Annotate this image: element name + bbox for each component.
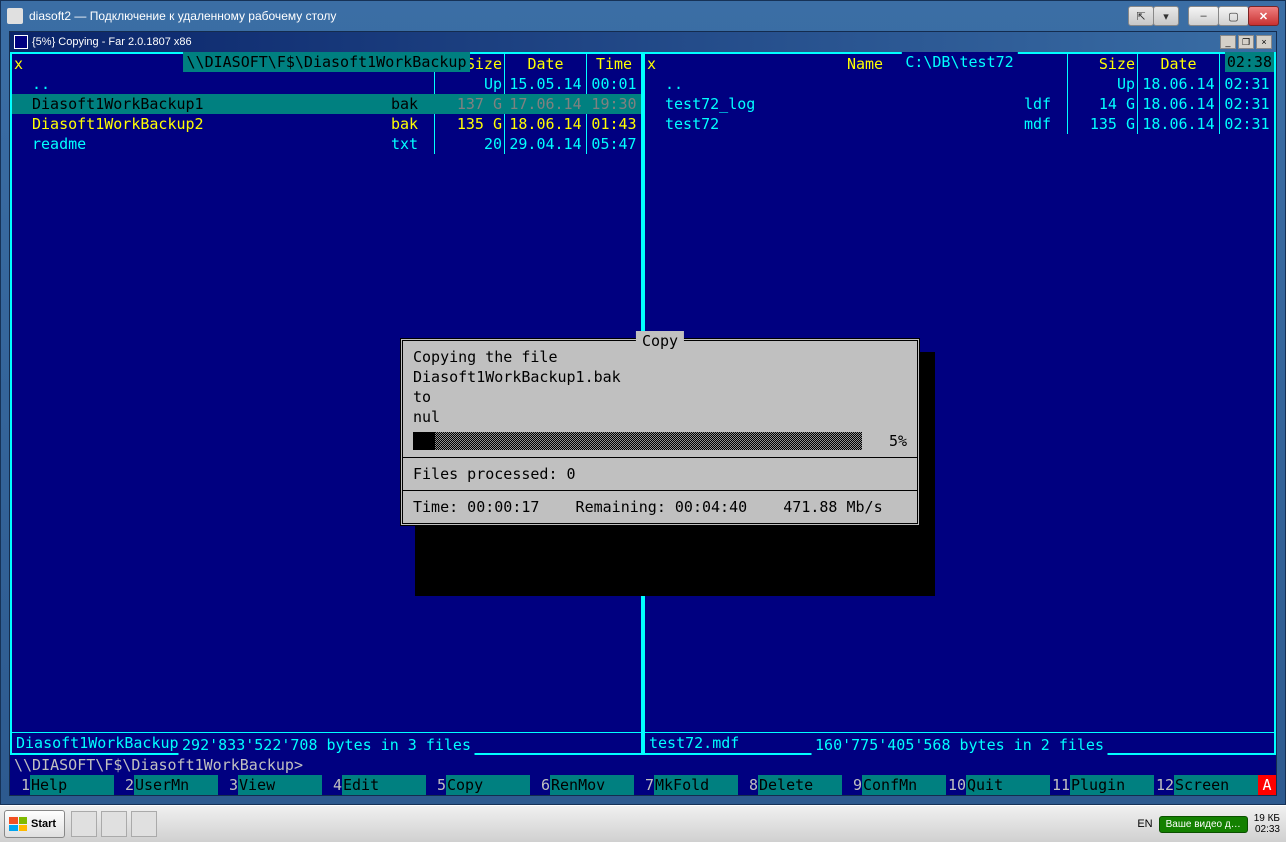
- right-panel-path[interactable]: C:\DB\test72: [901, 52, 1017, 72]
- left-file-row[interactable]: Diasoft1WorkBackup2bak135 G18.06.1401:43: [12, 114, 641, 134]
- fkey-10[interactable]: 10Quit: [946, 775, 1050, 795]
- quick-launch-3[interactable]: [131, 811, 157, 837]
- fkey-9[interactable]: 9ConfMn: [842, 775, 946, 795]
- pin-button[interactable]: ⇱: [1128, 6, 1154, 26]
- tray-notification[interactable]: Ваше видео д…: [1159, 816, 1248, 833]
- maximize-button[interactable]: ▢: [1218, 6, 1249, 26]
- status-indicator: A: [1258, 775, 1276, 795]
- dialog-time-line: Time: 00:00:17 Remaining: 00:04:40 471.8…: [413, 497, 907, 517]
- fkey-7[interactable]: 7MkFold: [634, 775, 738, 795]
- fkey-2[interactable]: 2UserMn: [114, 775, 218, 795]
- close-button[interactable]: ✕: [1248, 6, 1279, 26]
- fkey-6[interactable]: 6RenMov: [530, 775, 634, 795]
- right-file-row[interactable]: ..Up18.06.1402:31: [645, 74, 1274, 94]
- inner-restore-button[interactable]: ❐: [1238, 35, 1254, 49]
- dialog-title: Copy: [636, 331, 684, 351]
- system-tray[interactable]: EN Ваше видео д… 19 КБ 02:33: [1131, 813, 1286, 835]
- dialog-target: nul: [413, 407, 907, 427]
- dialog-files-processed: Files processed: 0: [413, 464, 907, 484]
- language-indicator[interactable]: EN: [1137, 818, 1152, 830]
- dropdown-button[interactable]: ▾: [1153, 6, 1179, 26]
- inner-window-title: {5%} Copying - Far 2.0.1807 x86: [32, 36, 192, 48]
- right-panel-footer: 160'775'405'568 bytes in 2 files: [811, 735, 1108, 755]
- command-line[interactable]: \\DIASOFT\F$\Diasoft1WorkBackup>: [10, 755, 1276, 775]
- fkey-5[interactable]: 5Copy: [426, 775, 530, 795]
- copy-dialog[interactable]: Copy Copying the file Diasoft1WorkBackup…: [400, 338, 920, 526]
- inner-titlebar[interactable]: {5%} Copying - Far 2.0.1807 x86 _ ❐ ×: [10, 32, 1276, 52]
- left-file-row[interactable]: Diasoft1WorkBackup1bak137 G17.06.1419:30: [12, 94, 641, 114]
- fkey-11[interactable]: 11Plugin: [1050, 775, 1154, 795]
- fkey-1[interactable]: 1Help: [10, 775, 114, 795]
- inner-minimize-button[interactable]: _: [1220, 35, 1236, 49]
- left-file-row[interactable]: ..Up15.05.1400:01: [12, 74, 641, 94]
- outer-window-title: diasoft2 — Подключение к удаленному рабо…: [29, 9, 336, 23]
- progress-percent: 5%: [862, 431, 907, 451]
- quick-launch-1[interactable]: [71, 811, 97, 837]
- right-file-row[interactable]: test72mdf135 G18.06.1402:31: [645, 114, 1274, 134]
- right-file-row[interactable]: test72_logldf14 G18.06.1402:31: [645, 94, 1274, 114]
- far-icon: [14, 35, 28, 49]
- dialog-source-file: Diasoft1WorkBackup1.bak: [413, 367, 907, 387]
- taskbar[interactable]: Start EN Ваше видео д… 19 КБ 02:33: [0, 805, 1286, 842]
- outer-titlebar[interactable]: diasoft2 — Подключение к удаленному рабо…: [1, 1, 1285, 31]
- fkey-3[interactable]: 3View: [218, 775, 322, 795]
- far-window: {5%} Copying - Far 2.0.1807 x86 _ ❐ × \\…: [9, 31, 1277, 796]
- rdp-icon: [7, 8, 23, 24]
- start-button[interactable]: Start: [4, 810, 65, 838]
- clock: 02:38: [1225, 52, 1274, 72]
- key-bar: 1Help2UserMn3View4Edit5Copy6RenMov7MkFol…: [10, 775, 1276, 795]
- left-panel-footer: 292'833'522'708 bytes in 3 files: [178, 735, 475, 755]
- fkey-8[interactable]: 8Delete: [738, 775, 842, 795]
- tray-clock[interactable]: 19 КБ 02:33: [1254, 813, 1280, 835]
- windows-flag-icon: [9, 817, 27, 831]
- left-panel-path[interactable]: \\DIASOFT\F$\Diasoft1WorkBackup: [183, 52, 471, 72]
- fkey-12[interactable]: 12Screen: [1154, 775, 1258, 795]
- fkey-4[interactable]: 4Edit: [322, 775, 426, 795]
- minimize-button[interactable]: –: [1188, 6, 1219, 26]
- dialog-line-3: to: [413, 387, 907, 407]
- quick-launch-2[interactable]: [101, 811, 127, 837]
- progress-bar: 5%: [413, 431, 907, 451]
- inner-close-button[interactable]: ×: [1256, 35, 1272, 49]
- console-area: \\DIASOFT\F$\Diasoft1WorkBackup x Name S…: [10, 52, 1276, 795]
- rdp-window: diasoft2 — Подключение к удаленному рабо…: [0, 0, 1286, 805]
- left-file-row[interactable]: readmetxt2029.04.1405:47: [12, 134, 641, 154]
